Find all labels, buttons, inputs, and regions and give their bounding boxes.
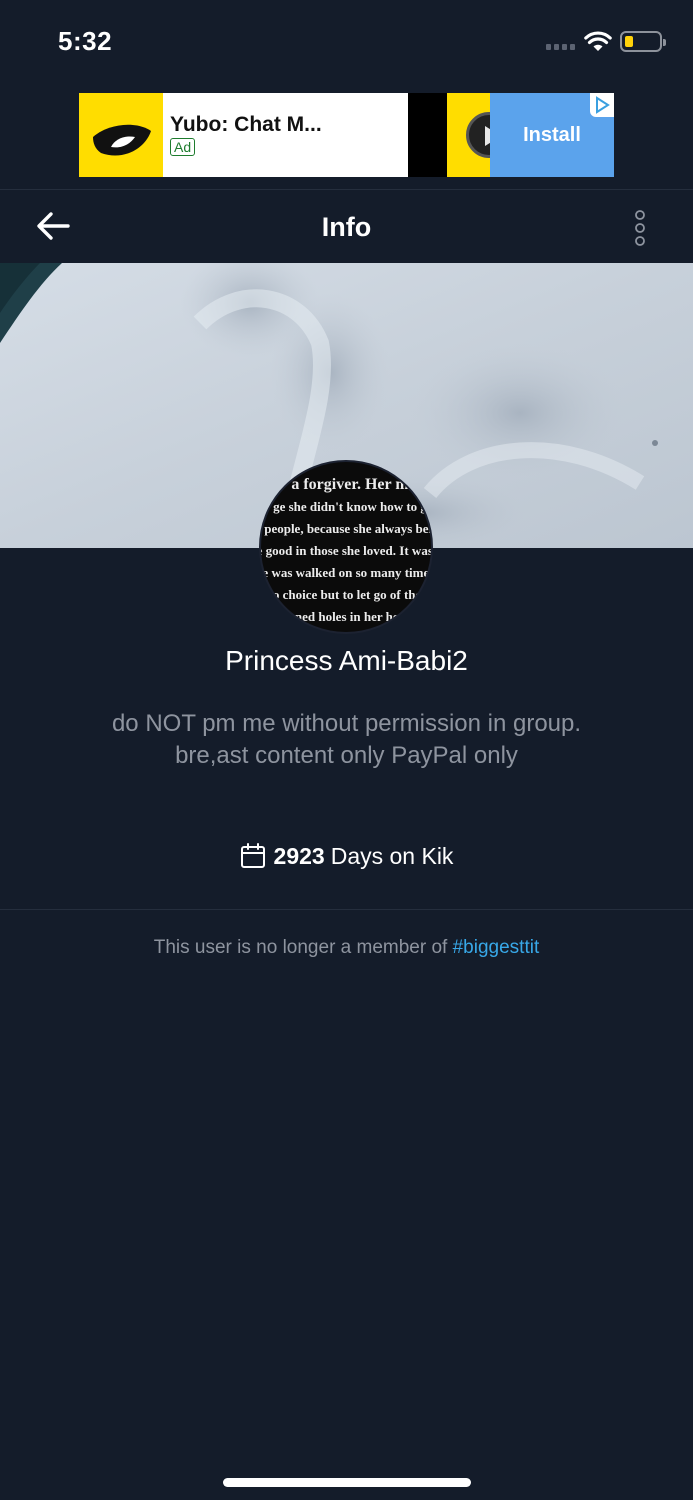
ad-title: Yubo: Chat M... xyxy=(170,113,322,136)
page-title: Info xyxy=(321,212,372,242)
profile-bio: do NOT pm me without permission in group… xyxy=(60,708,633,772)
signal-icon xyxy=(546,44,578,52)
avatar-quote-image: a forgiver. Her m ge she didn't know how… xyxy=(259,476,433,624)
ad-app-logo[interactable] xyxy=(79,93,163,177)
info-screen: 5:32 Yubo: Chat M... Ad Install Info a f… xyxy=(0,0,693,1500)
avatar[interactable]: a forgiver. Her m ge she didn't know how… xyxy=(259,460,433,634)
ad-info[interactable]: Yubo: Chat M... Ad xyxy=(163,93,408,177)
divider xyxy=(0,909,693,910)
calendar-icon xyxy=(240,843,265,868)
member-note-text: This user is no longer a member of xyxy=(153,937,453,958)
yubo-logo-icon xyxy=(93,124,151,156)
display-name: Princess Ami-Babi2 xyxy=(225,645,468,676)
group-link[interactable]: #biggesttit xyxy=(453,937,540,958)
home-indicator[interactable] xyxy=(223,1478,471,1487)
days-count: 2923 xyxy=(273,842,325,869)
ad-install-area[interactable]: Install xyxy=(490,93,614,177)
member-status-note: This user is no longer a member of #bigg… xyxy=(0,937,693,959)
ad-banner[interactable]: Yubo: Chat M... Ad Install xyxy=(79,93,614,177)
status-time: 5:32 xyxy=(58,26,113,56)
more-vertical-icon[interactable] xyxy=(630,210,650,246)
ad-badge: Ad xyxy=(170,138,196,156)
days-label: Days on Kik xyxy=(330,842,454,869)
bio-line: bre,ast content only PayPal only xyxy=(175,742,518,769)
wifi-icon xyxy=(584,31,612,51)
header-bar: Info xyxy=(0,189,693,263)
battery-icon xyxy=(620,31,666,52)
days-on-kik: 2923 Days on Kik xyxy=(0,840,693,872)
bio-line: do NOT pm me without permission in group… xyxy=(111,710,582,737)
status-bar: 5:32 xyxy=(0,0,693,84)
ad-choices-icon[interactable] xyxy=(590,93,614,117)
